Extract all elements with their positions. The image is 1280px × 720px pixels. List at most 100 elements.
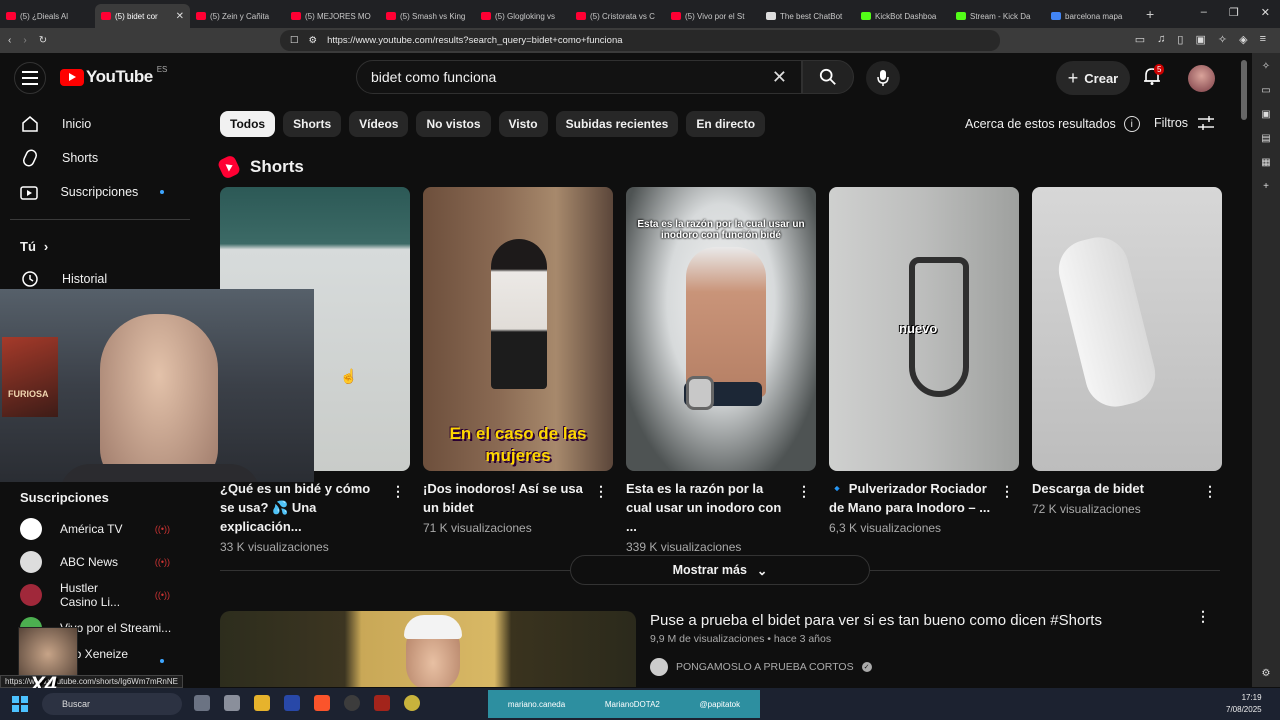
search-input[interactable]: bidet como funciona ✕: [356, 60, 802, 94]
sidebar-item-shorts[interactable]: Shorts: [0, 141, 200, 175]
short-thumbnail[interactable]: Esta es la razón por la cual usar un ino…: [626, 187, 816, 471]
filter-chip[interactable]: En directo: [686, 111, 766, 137]
short-title[interactable]: 🔹 Pulverizador Rociador de Mano para Ino…: [829, 479, 994, 517]
short-thumbnail[interactable]: nuevo: [829, 187, 1019, 471]
short-thumbnail[interactable]: [1032, 187, 1222, 471]
bookmark-icon[interactable]: ☐: [290, 35, 299, 46]
file-explorer-icon[interactable]: [254, 695, 270, 711]
short-card[interactable]: Descarga de bidet 72 K visualizaciones ⋮: [1032, 187, 1222, 554]
browser-tab[interactable]: (5) bidet cor ✕: [95, 4, 190, 28]
filter-chip[interactable]: No vistos: [416, 111, 491, 137]
more-actions-icon[interactable]: ⋮: [999, 483, 1015, 500]
about-results[interactable]: Acerca de estos resultados i: [965, 116, 1140, 132]
tab-favicon-icon: [481, 12, 491, 20]
subscription-item[interactable]: Hustler Casino Li... ((•)): [0, 578, 200, 611]
filter-chip[interactable]: Shorts: [283, 111, 342, 137]
music-icon[interactable]: ♫: [1157, 33, 1165, 46]
site-info-icon[interactable]: ⚙: [309, 35, 318, 46]
browser-tab[interactable]: (5) Vivo por el St: [665, 4, 760, 28]
page-scrollbar[interactable]: [1241, 60, 1247, 120]
more-actions-icon[interactable]: ⋮: [390, 483, 406, 500]
short-title[interactable]: Descarga de bidet: [1032, 479, 1197, 498]
notepad-icon[interactable]: [224, 695, 240, 711]
voice-search-button[interactable]: [866, 61, 900, 95]
channel-name[interactable]: PONGAMOSLO A PRUEBA CORTOS: [676, 661, 854, 673]
tabs-icon[interactable]: ▭: [1261, 85, 1270, 96]
video-title[interactable]: Puse a prueba el bidet para ver si es ta…: [650, 612, 1102, 629]
short-card[interactable]: En el caso de las mujeres ¡Dos inodoros!…: [423, 187, 613, 554]
app-icon[interactable]: [404, 695, 420, 711]
close-window-icon[interactable]: ✕: [1261, 6, 1270, 19]
browser-tab[interactable]: (5) Smash vs King: [380, 4, 475, 28]
taskbar-search[interactable]: Buscar: [42, 693, 182, 715]
short-card[interactable]: Esta es la razón por la cual usar un ino…: [626, 187, 816, 554]
forward-icon[interactable]: ›: [23, 35, 26, 46]
leo-ai-icon[interactable]: ✧: [1262, 61, 1270, 72]
browser-tab[interactable]: (5) Cristorata vs C: [570, 4, 665, 28]
more-actions-icon[interactable]: ⋮: [796, 483, 812, 500]
browser-tab[interactable]: (5) Zein y Cañita: [190, 4, 285, 28]
browser-tab[interactable]: barcelona mapa: [1045, 4, 1140, 28]
wallet-icon[interactable]: ▣: [1261, 109, 1270, 120]
bookmarks-icon[interactable]: ▤: [1261, 133, 1270, 144]
dota-icon[interactable]: [374, 695, 390, 711]
browser-tab[interactable]: (5) MEJORES MO: [285, 4, 380, 28]
filters-button[interactable]: Filtros: [1154, 116, 1215, 130]
browser-tab[interactable]: KickBot Dashboa: [855, 4, 950, 28]
back-icon[interactable]: ‹: [8, 35, 11, 46]
clear-search-icon[interactable]: ✕: [772, 67, 787, 88]
create-button[interactable]: + Crear: [1056, 61, 1130, 95]
search-button[interactable]: [802, 60, 854, 94]
windows-start-icon[interactable]: [12, 696, 28, 712]
filter-chip[interactable]: Visto: [498, 111, 548, 137]
reading-list-icon[interactable]: ▦: [1261, 157, 1270, 168]
menu-icon[interactable]: ≡: [1260, 33, 1266, 46]
settings-icon[interactable]: ⚙: [1262, 668, 1271, 679]
short-thumbnail[interactable]: En el caso de las mujeres: [423, 187, 613, 471]
browser-tab[interactable]: (5) ¿Dieals Al: [0, 4, 95, 28]
show-more-button[interactable]: Mostrar más ⌄: [570, 555, 870, 585]
minimize-icon[interactable]: –: [1201, 6, 1207, 19]
filter-chip[interactable]: Vídeos: [349, 111, 409, 137]
short-title[interactable]: ¿Qué es un bidé y cómo se usa? 💦 Una exp…: [220, 479, 385, 536]
cast-icon[interactable]: ▭: [1135, 33, 1145, 46]
new-tab-button[interactable]: +: [1146, 6, 1154, 22]
short-title[interactable]: ¡Dos inodoros! Así se usa un bidet: [423, 479, 588, 517]
subscription-item[interactable]: ABC News ((•)): [0, 545, 200, 578]
system-clock[interactable]: 17:19 7/08/2025: [1226, 692, 1262, 716]
subscription-item[interactable]: América TV ((•)): [0, 512, 200, 545]
task-view-icon[interactable]: [194, 695, 210, 711]
obs-icon[interactable]: [344, 695, 360, 711]
short-title[interactable]: Esta es la razón por la cual usar un ino…: [626, 479, 791, 536]
video-channel[interactable]: PONGAMOSLO A PRUEBA CORTOS ✓: [650, 658, 872, 676]
filter-chip[interactable]: Subidas recientes: [555, 111, 679, 137]
reload-icon[interactable]: ↻: [39, 35, 47, 46]
more-actions-icon[interactable]: ⋮: [1202, 483, 1218, 500]
browser-tab[interactable]: The best ChatBot: [760, 4, 855, 28]
sidebar-icon[interactable]: ▯: [1177, 33, 1183, 46]
sidebar-item-inicio[interactable]: Inicio: [0, 107, 200, 141]
vpn-icon[interactable]: ◈: [1239, 33, 1247, 46]
ai-icon[interactable]: ✧: [1218, 33, 1227, 46]
filter-chip[interactable]: Todos: [220, 111, 276, 137]
browser-tab[interactable]: Stream - Kick Da: [950, 4, 1045, 28]
youtube-logo[interactable]: YouTube ES: [60, 65, 167, 87]
short-card[interactable]: nuevo 🔹 Pulverizador Rociador de Mano pa…: [829, 187, 1019, 554]
close-tab-icon[interactable]: ✕: [176, 11, 184, 22]
account-avatar[interactable]: [1188, 65, 1215, 92]
url-field[interactable]: ☐ ⚙ https://www.youtube.com/results?sear…: [280, 30, 1000, 51]
channel-avatar[interactable]: [650, 658, 668, 676]
more-actions-icon[interactable]: ⋮: [593, 483, 609, 500]
video-thumbnail[interactable]: [220, 611, 636, 687]
sidebar-you-heading[interactable]: Tú ›: [0, 230, 200, 262]
browser-tab[interactable]: (5) Glogloking vs: [475, 4, 570, 28]
launcher-icon[interactable]: [284, 695, 300, 711]
notifications-button[interactable]: 5: [1142, 64, 1166, 90]
guide-menu-button[interactable]: [14, 62, 46, 94]
more-actions-icon[interactable]: ⋮: [1196, 608, 1210, 625]
wallet-icon[interactable]: ▣: [1195, 33, 1205, 46]
add-panel-icon[interactable]: +: [1263, 181, 1269, 192]
maximize-icon[interactable]: ❐: [1229, 6, 1239, 19]
brave-browser-icon[interactable]: [314, 695, 330, 711]
sidebar-item-suscripciones[interactable]: Suscripciones: [0, 175, 200, 209]
